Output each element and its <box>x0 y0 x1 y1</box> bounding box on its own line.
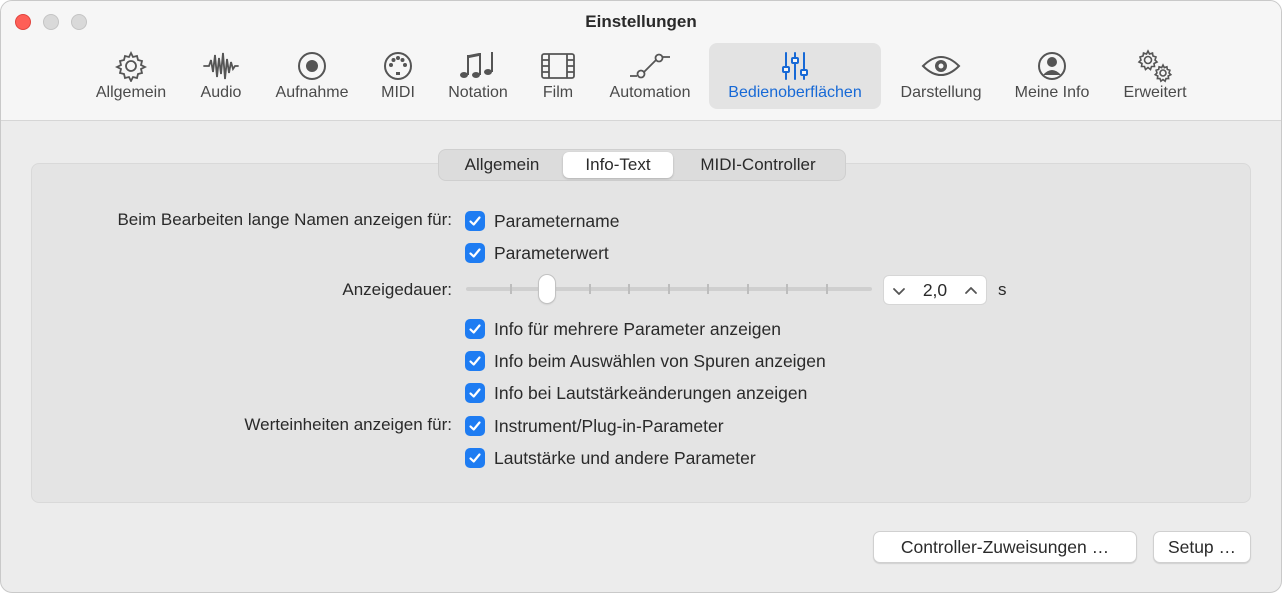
checkbox-label: Info beim Auswählen von Spuren anzeigen <box>494 350 826 371</box>
slider-tick <box>510 284 512 294</box>
toolbar-label: Darstellung <box>900 84 982 101</box>
automation-icon <box>599 49 701 83</box>
checkmark-icon <box>465 416 485 436</box>
toolbar-item-bedienoberflaechen[interactable]: Bedienoberflächen <box>709 43 881 109</box>
checkmark-icon <box>465 211 485 231</box>
person-icon <box>1005 49 1099 83</box>
checkbox-label: Lautstärke und andere Parameter <box>494 447 756 468</box>
slider-tick <box>668 284 670 294</box>
slider-tick <box>786 284 788 294</box>
checkbox-label: Parametername <box>494 210 620 231</box>
gear-icon <box>87 49 175 83</box>
toolbar-label: Notation <box>448 84 508 101</box>
preferences-window: Einstellungen Allgemein Audio Aufnahme M… <box>0 0 1282 593</box>
toolbar-item-meine-info[interactable]: Meine Info <box>1005 43 1099 109</box>
notes-icon <box>439 49 517 83</box>
tab-allgemein[interactable]: Allgemein <box>443 152 561 178</box>
checkbox-label: Info für mehrere Parameter anzeigen <box>494 318 781 339</box>
toolbar-item-aufnahme[interactable]: Aufnahme <box>267 43 357 109</box>
duration-unit: s <box>998 280 1007 299</box>
toolbar-label: Film <box>542 84 574 101</box>
controller-assignments-button[interactable]: Controller-Zuweisungen … <box>873 531 1137 563</box>
chevron-down-icon[interactable] <box>890 282 908 300</box>
toolbar-item-audio[interactable]: Audio <box>187 43 255 109</box>
units-label: Werteinheiten anzeigen für: <box>244 415 452 434</box>
toolbar-item-erweitert[interactable]: Erweitert <box>1113 43 1197 109</box>
tab-midi-controller[interactable]: MIDI-Controller <box>675 152 841 178</box>
toolbar-label: Audio <box>200 84 242 101</box>
midi-icon <box>369 49 427 83</box>
toolbar-item-film[interactable]: Film <box>529 43 587 109</box>
duration-stepper: 2,0 <box>883 275 987 305</box>
checkbox-label: Parameterwert <box>494 242 609 263</box>
toolbar-item-midi[interactable]: MIDI <box>369 43 427 109</box>
chevron-up-icon[interactable] <box>962 282 980 300</box>
title-bar: Einstellungen Allgemein Audio Aufnahme M… <box>1 1 1281 121</box>
volume-change-checkbox[interactable]: Info bei Lautstärkeänderungen anzeigen <box>465 382 807 404</box>
toolbar-item-notation[interactable]: Notation <box>439 43 517 109</box>
sliders-icon <box>709 49 881 83</box>
tab-info-text[interactable]: Info-Text <box>563 152 673 178</box>
slider-tick <box>628 284 630 294</box>
multi-param-checkbox[interactable]: Info für mehrere Parameter anzeigen <box>465 318 781 340</box>
toolbar-label: Meine Info <box>1014 84 1090 101</box>
instrument-params-checkbox[interactable]: Instrument/Plug-in-Parameter <box>465 415 724 437</box>
tab-control: Allgemein Info-Text MIDI-Controller <box>438 149 846 181</box>
slider-tick <box>747 284 749 294</box>
toolbar-label: MIDI <box>381 84 415 101</box>
window-title: Einstellungen <box>585 12 697 31</box>
toolbar-item-automation[interactable]: Automation <box>599 43 701 109</box>
checkbox-label: Instrument/Plug-in-Parameter <box>494 415 724 436</box>
long-names-label: Beim Bearbeiten lange Namen anzeigen für… <box>117 210 452 229</box>
checkbox-label: Info bei Lautstärkeänderungen anzeigen <box>494 382 808 403</box>
toolbar-label: Erweitert <box>1123 84 1187 101</box>
slider-tick <box>826 284 828 294</box>
parameterwert-checkbox[interactable]: Parameterwert <box>465 242 609 264</box>
gears-icon <box>1113 49 1197 83</box>
parametername-checkbox[interactable]: Parametername <box>465 210 619 232</box>
toolbar-item-allgemein[interactable]: Allgemein <box>87 43 175 109</box>
toolbar-label: Aufnahme <box>275 84 349 101</box>
toolbar-label: Automation <box>609 84 691 101</box>
film-icon <box>529 49 587 83</box>
slider-tick <box>589 284 591 294</box>
checkmark-icon <box>465 383 485 403</box>
slider-tick <box>707 284 709 294</box>
checkmark-icon <box>465 319 485 339</box>
eye-icon <box>891 49 991 83</box>
duration-slider-knob[interactable] <box>539 275 555 303</box>
toolbar-label: Bedienoberflächen <box>728 84 862 101</box>
waveform-icon <box>187 49 255 83</box>
track-select-checkbox[interactable]: Info beim Auswählen von Spuren anzeigen <box>465 350 826 372</box>
toolbar-label: Allgemein <box>95 84 167 101</box>
toolbar-item-darstellung[interactable]: Darstellung <box>891 43 991 109</box>
checkmark-icon <box>465 243 485 263</box>
record-icon <box>267 49 357 83</box>
volume-params-checkbox[interactable]: Lautstärke und andere Parameter <box>465 447 756 469</box>
setup-button[interactable]: Setup … <box>1153 531 1251 563</box>
checkmark-icon <box>465 448 485 468</box>
duration-value[interactable]: 2,0 <box>914 280 956 301</box>
checkmark-icon <box>465 351 485 371</box>
duration-label: Anzeigedauer: <box>342 280 452 299</box>
